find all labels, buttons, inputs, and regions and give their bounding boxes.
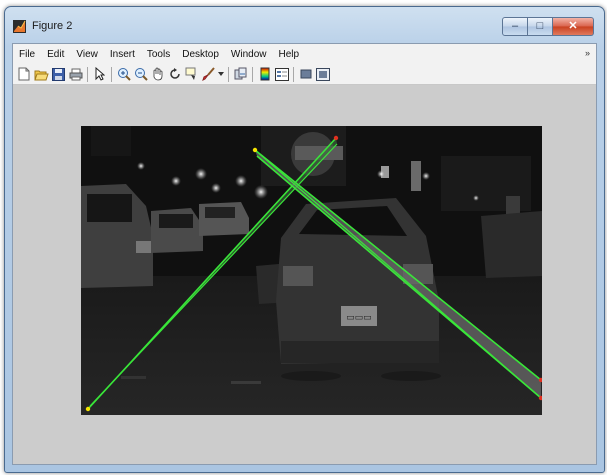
menu-view[interactable]: View [70,49,104,60]
colorbar-icon[interactable] [257,67,272,82]
night-traffic-image: ▭▭▭ [81,126,542,415]
maximize-icon: □ [536,20,544,32]
toolbar-separator [87,66,88,82]
toolbar-separator [293,66,294,82]
menu-edit[interactable]: Edit [41,49,70,60]
legend-icon[interactable] [274,67,289,82]
menu-overflow-icon[interactable]: » [585,48,590,58]
window-title: Figure 2 [32,20,73,32]
menu-desktop[interactable]: Desktop [176,49,225,60]
close-icon: ✕ [568,20,578,32]
toolbar-separator [252,66,253,82]
menu-bar: File Edit View Insert Tools Desktop Wind… [13,44,596,64]
rotate-icon[interactable] [167,67,182,82]
menu-file[interactable]: File [13,49,41,60]
hide-tools-icon[interactable] [298,67,313,82]
endpoint-red-top [333,135,339,141]
menu-tools[interactable]: Tools [141,49,176,60]
window-controls: – □ ✕ [502,17,594,36]
show-tools-icon[interactable] [315,67,330,82]
minimize-icon: – [511,20,519,32]
maximize-button[interactable]: □ [528,17,553,36]
pan-icon[interactable] [150,67,165,82]
toolbar-separator [111,66,112,82]
zoom-in-icon[interactable] [116,67,131,82]
close-button[interactable]: ✕ [553,17,594,36]
zoom-out-icon[interactable] [133,67,148,82]
endpoint-yellow-top [252,147,258,153]
image-axes[interactable]: ▭▭▭ [81,126,542,415]
save-icon[interactable] [51,67,66,82]
menu-help[interactable]: Help [273,49,306,60]
figure-window: Figure 2 – □ ✕ File Edit View Insert Too… [4,6,605,473]
minimize-button[interactable]: – [502,17,528,36]
endpoint-yellow-bottom-left [85,406,91,412]
figure-client-area: File Edit View Insert Tools Desktop Wind… [12,43,597,465]
open-file-icon[interactable] [34,67,49,82]
new-figure-icon[interactable] [17,67,32,82]
print-icon[interactable] [68,67,83,82]
data-cursor-icon[interactable] [184,67,199,82]
svg-text:▭▭▭: ▭▭▭ [346,312,372,322]
brush-icon[interactable] [201,67,216,82]
link-icon[interactable] [233,67,248,82]
pointer-icon[interactable] [92,67,107,82]
toolbar-separator [228,66,229,82]
brush-dropdown-icon[interactable] [218,67,224,82]
menu-window[interactable]: Window [225,49,273,60]
matlab-logo-icon [13,20,26,33]
title-bar[interactable]: Figure 2 – □ ✕ [5,7,604,41]
figure-toolbar [13,64,596,85]
menu-insert[interactable]: Insert [104,49,141,60]
